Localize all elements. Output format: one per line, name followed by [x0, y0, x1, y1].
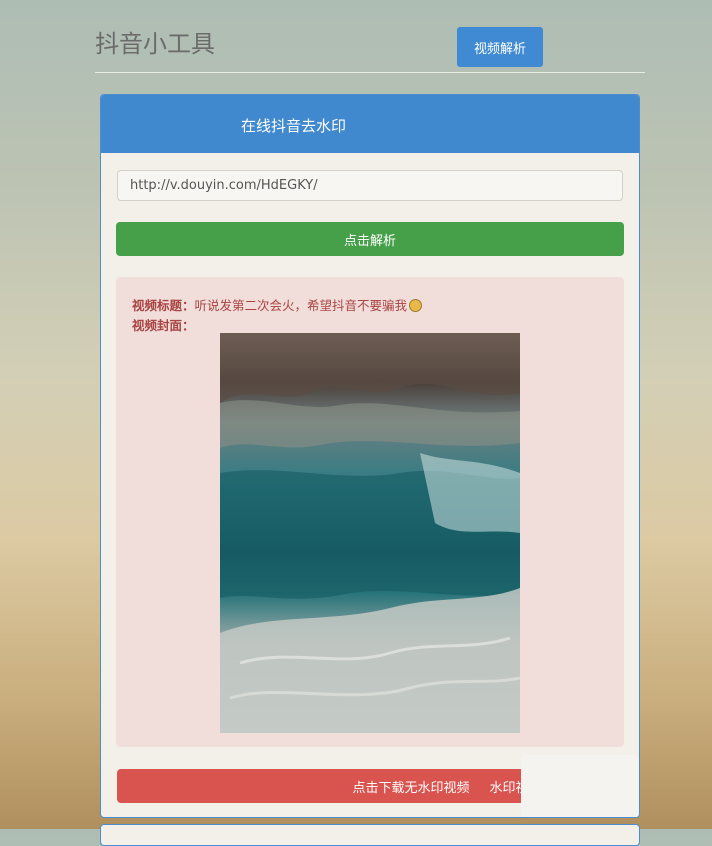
video-title-label: 视频标题： [132, 298, 195, 313]
header-divider [95, 72, 645, 73]
panel-title: 在线抖音去水印 [241, 117, 347, 135]
url-input-value: http://v.douyin.com/HdEGKY/ [130, 178, 318, 193]
download-no-watermark-button[interactable]: 点击下载无水印视频 [352, 777, 469, 796]
panel-header: 在线抖音去水印 [101, 95, 639, 153]
result-alert: 视频标题：听说发第二次会火，希望抖音不要骗我 视频封面： [116, 277, 624, 747]
site-title: 抖音小工具 [95, 30, 215, 58]
flushed-face-emoji-icon [409, 299, 423, 312]
video-parse-nav-button[interactable]: 视频解析 [457, 27, 543, 67]
video-cover-label: 视频封面： [132, 318, 195, 333]
next-panel-edge [100, 824, 640, 846]
watermark-removal-panel: 在线抖音去水印 http://v.douyin.com/HdEGKY/ 点击解析… [100, 94, 640, 818]
video-cover-row: 视频封面： [132, 315, 195, 334]
url-input[interactable]: http://v.douyin.com/HdEGKY/ [117, 170, 623, 201]
parse-button[interactable]: 点击解析 [116, 222, 624, 256]
video-title-row: 视频标题：听说发第二次会火，希望抖音不要骗我 [132, 295, 423, 314]
watermark-overlay [521, 755, 639, 817]
video-title-value: 听说发第二次会火，希望抖音不要骗我 [194, 298, 408, 313]
video-cover-image [220, 333, 520, 733]
